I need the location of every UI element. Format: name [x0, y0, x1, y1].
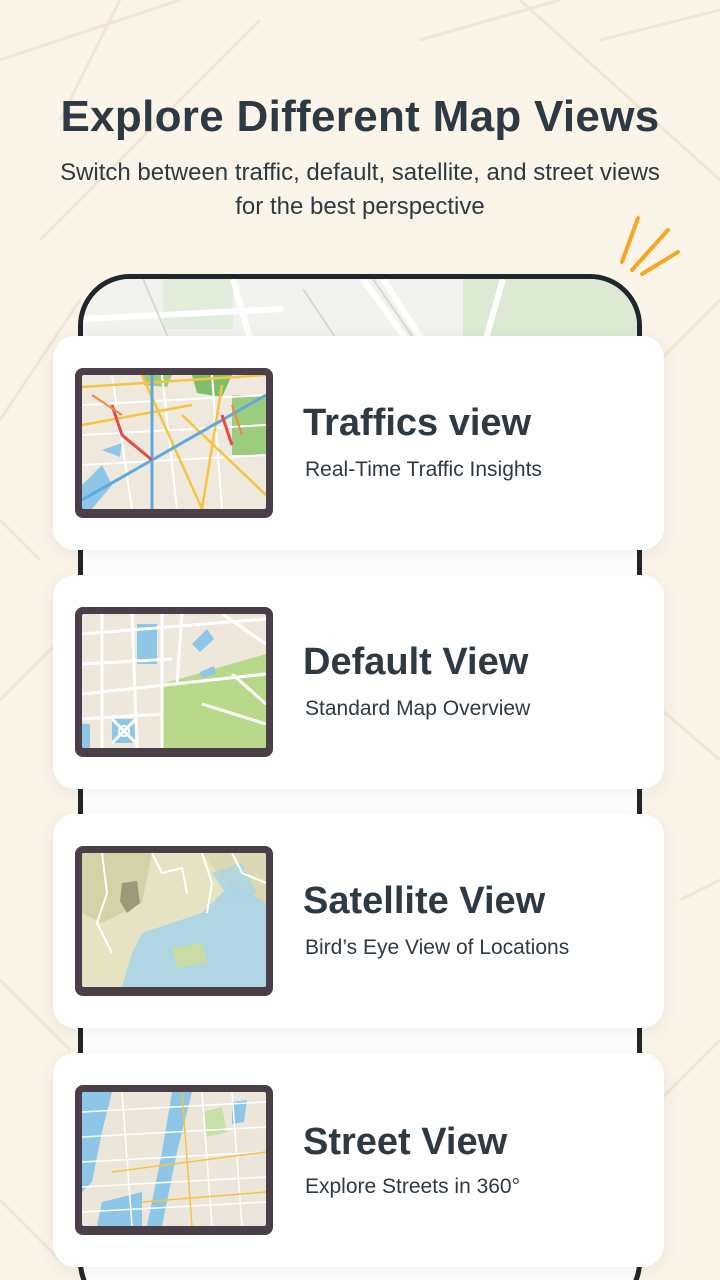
- card-subtitle: Real-Time Traffic Insights: [305, 458, 542, 481]
- default-map-thumbnail: [75, 607, 273, 757]
- satellite-map-image: [82, 853, 266, 987]
- card-title: Default View: [303, 641, 529, 683]
- traffic-map-thumbnail: [75, 368, 273, 518]
- traffic-map-image: [82, 375, 266, 509]
- card-subtitle: Standard Map Overview: [305, 697, 531, 720]
- page-title: Explore Different Map Views: [60, 92, 660, 141]
- view-card-street[interactable]: Street View Explore Streets in 360°: [53, 1053, 664, 1267]
- view-card-default[interactable]: Default View Standard Map Overview: [53, 575, 664, 789]
- card-title: Satellite View: [303, 880, 546, 922]
- card-title: Traffics view: [303, 402, 532, 444]
- street-map-thumbnail: [75, 1085, 273, 1235]
- street-map-image: [82, 1092, 266, 1226]
- satellite-map-thumbnail: [75, 846, 273, 996]
- card-subtitle: Explore Streets in 360°: [305, 1175, 521, 1198]
- page-subtitle: Switch between traffic, default, satelli…: [60, 159, 660, 220]
- default-map-image: [82, 614, 266, 748]
- view-card-traffic[interactable]: Traffics view Real-Time Traffic Insights: [53, 336, 664, 550]
- view-card-satellite[interactable]: Satellite View Bird’s Eye View of Locati…: [53, 814, 664, 1028]
- card-title: Street View: [303, 1121, 508, 1163]
- sparkle-icon: [620, 216, 680, 276]
- card-subtitle: Bird’s Eye View of Locations: [305, 936, 570, 959]
